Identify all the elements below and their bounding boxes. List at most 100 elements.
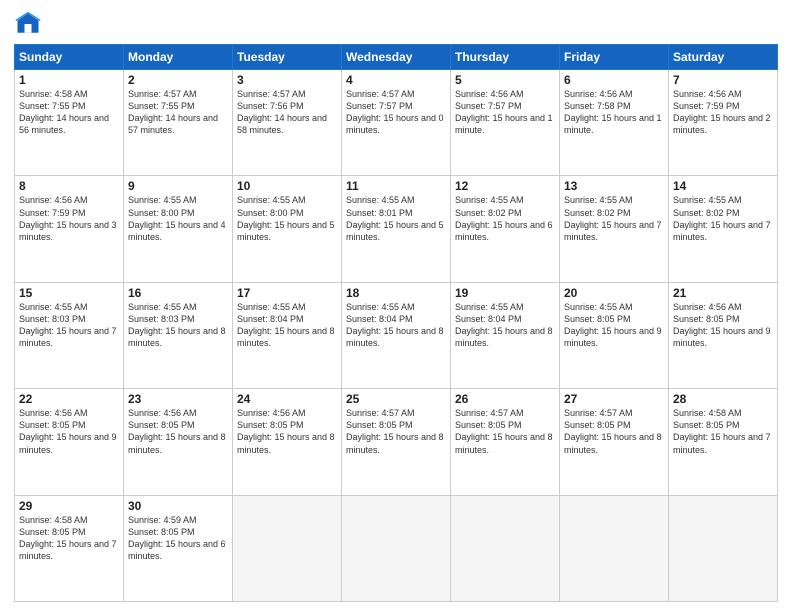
calendar-cell: 9Sunrise: 4:55 AM Sunset: 8:00 PM Daylig… <box>124 176 233 282</box>
calendar-cell: 26Sunrise: 4:57 AM Sunset: 8:05 PM Dayli… <box>451 389 560 495</box>
day-number: 17 <box>237 286 337 300</box>
logo <box>14 10 46 38</box>
day-number: 12 <box>455 179 555 193</box>
day-number: 27 <box>564 392 664 406</box>
day-number: 2 <box>128 73 228 87</box>
cell-info: Sunrise: 4:56 AM Sunset: 8:05 PM Dayligh… <box>19 407 119 456</box>
day-number: 5 <box>455 73 555 87</box>
day-number: 16 <box>128 286 228 300</box>
day-number: 15 <box>19 286 119 300</box>
day-number: 7 <box>673 73 773 87</box>
day-number: 8 <box>19 179 119 193</box>
day-number: 19 <box>455 286 555 300</box>
day-number: 9 <box>128 179 228 193</box>
cell-info: Sunrise: 4:56 AM Sunset: 7:57 PM Dayligh… <box>455 88 555 137</box>
calendar-cell: 15Sunrise: 4:55 AM Sunset: 8:03 PM Dayli… <box>15 282 124 388</box>
cell-info: Sunrise: 4:57 AM Sunset: 7:56 PM Dayligh… <box>237 88 337 137</box>
cell-info: Sunrise: 4:56 AM Sunset: 7:58 PM Dayligh… <box>564 88 664 137</box>
calendar-body: 1Sunrise: 4:58 AM Sunset: 7:55 PM Daylig… <box>15 70 778 602</box>
day-number: 26 <box>455 392 555 406</box>
cell-info: Sunrise: 4:59 AM Sunset: 8:05 PM Dayligh… <box>128 514 228 563</box>
day-number: 10 <box>237 179 337 193</box>
calendar-cell: 30Sunrise: 4:59 AM Sunset: 8:05 PM Dayli… <box>124 495 233 601</box>
calendar-cell: 24Sunrise: 4:56 AM Sunset: 8:05 PM Dayli… <box>233 389 342 495</box>
calendar-cell: 12Sunrise: 4:55 AM Sunset: 8:02 PM Dayli… <box>451 176 560 282</box>
day-number: 11 <box>346 179 446 193</box>
cell-info: Sunrise: 4:56 AM Sunset: 8:05 PM Dayligh… <box>673 301 773 350</box>
calendar-cell: 22Sunrise: 4:56 AM Sunset: 8:05 PM Dayli… <box>15 389 124 495</box>
day-header-wednesday: Wednesday <box>342 45 451 70</box>
cell-info: Sunrise: 4:56 AM Sunset: 8:05 PM Dayligh… <box>128 407 228 456</box>
calendar-cell: 13Sunrise: 4:55 AM Sunset: 8:02 PM Dayli… <box>560 176 669 282</box>
week-row-0: 1Sunrise: 4:58 AM Sunset: 7:55 PM Daylig… <box>15 70 778 176</box>
cell-info: Sunrise: 4:57 AM Sunset: 8:05 PM Dayligh… <box>455 407 555 456</box>
day-number: 28 <box>673 392 773 406</box>
week-row-4: 29Sunrise: 4:58 AM Sunset: 8:05 PM Dayli… <box>15 495 778 601</box>
cell-info: Sunrise: 4:56 AM Sunset: 8:05 PM Dayligh… <box>237 407 337 456</box>
cell-info: Sunrise: 4:55 AM Sunset: 8:05 PM Dayligh… <box>564 301 664 350</box>
cell-info: Sunrise: 4:56 AM Sunset: 7:59 PM Dayligh… <box>673 88 773 137</box>
calendar-cell: 28Sunrise: 4:58 AM Sunset: 8:05 PM Dayli… <box>669 389 778 495</box>
day-number: 21 <box>673 286 773 300</box>
cell-info: Sunrise: 4:58 AM Sunset: 7:55 PM Dayligh… <box>19 88 119 137</box>
day-header-monday: Monday <box>124 45 233 70</box>
week-row-3: 22Sunrise: 4:56 AM Sunset: 8:05 PM Dayli… <box>15 389 778 495</box>
calendar-cell: 18Sunrise: 4:55 AM Sunset: 8:04 PM Dayli… <box>342 282 451 388</box>
cell-info: Sunrise: 4:55 AM Sunset: 8:00 PM Dayligh… <box>237 194 337 243</box>
day-number: 13 <box>564 179 664 193</box>
cell-info: Sunrise: 4:58 AM Sunset: 8:05 PM Dayligh… <box>19 514 119 563</box>
calendar-cell: 5Sunrise: 4:56 AM Sunset: 7:57 PM Daylig… <box>451 70 560 176</box>
day-number: 24 <box>237 392 337 406</box>
cell-info: Sunrise: 4:55 AM Sunset: 8:01 PM Dayligh… <box>346 194 446 243</box>
calendar-cell: 20Sunrise: 4:55 AM Sunset: 8:05 PM Dayli… <box>560 282 669 388</box>
cell-info: Sunrise: 4:55 AM Sunset: 8:00 PM Dayligh… <box>128 194 228 243</box>
day-of-week-row: SundayMondayTuesdayWednesdayThursdayFrid… <box>15 45 778 70</box>
week-row-2: 15Sunrise: 4:55 AM Sunset: 8:03 PM Dayli… <box>15 282 778 388</box>
day-number: 3 <box>237 73 337 87</box>
calendar-cell: 14Sunrise: 4:55 AM Sunset: 8:02 PM Dayli… <box>669 176 778 282</box>
day-header-tuesday: Tuesday <box>233 45 342 70</box>
cell-info: Sunrise: 4:55 AM Sunset: 8:04 PM Dayligh… <box>237 301 337 350</box>
calendar-cell: 3Sunrise: 4:57 AM Sunset: 7:56 PM Daylig… <box>233 70 342 176</box>
cell-info: Sunrise: 4:55 AM Sunset: 8:03 PM Dayligh… <box>19 301 119 350</box>
calendar-cell <box>233 495 342 601</box>
header <box>14 10 778 38</box>
calendar-cell: 16Sunrise: 4:55 AM Sunset: 8:03 PM Dayli… <box>124 282 233 388</box>
calendar-cell: 6Sunrise: 4:56 AM Sunset: 7:58 PM Daylig… <box>560 70 669 176</box>
day-number: 18 <box>346 286 446 300</box>
day-header-saturday: Saturday <box>669 45 778 70</box>
calendar-cell: 1Sunrise: 4:58 AM Sunset: 7:55 PM Daylig… <box>15 70 124 176</box>
day-number: 20 <box>564 286 664 300</box>
day-number: 14 <box>673 179 773 193</box>
calendar-cell: 25Sunrise: 4:57 AM Sunset: 8:05 PM Dayli… <box>342 389 451 495</box>
day-number: 6 <box>564 73 664 87</box>
week-row-1: 8Sunrise: 4:56 AM Sunset: 7:59 PM Daylig… <box>15 176 778 282</box>
cell-info: Sunrise: 4:55 AM Sunset: 8:04 PM Dayligh… <box>455 301 555 350</box>
cell-info: Sunrise: 4:55 AM Sunset: 8:03 PM Dayligh… <box>128 301 228 350</box>
calendar-cell: 29Sunrise: 4:58 AM Sunset: 8:05 PM Dayli… <box>15 495 124 601</box>
calendar-cell: 7Sunrise: 4:56 AM Sunset: 7:59 PM Daylig… <box>669 70 778 176</box>
logo-icon <box>14 10 42 38</box>
calendar-cell: 21Sunrise: 4:56 AM Sunset: 8:05 PM Dayli… <box>669 282 778 388</box>
day-number: 23 <box>128 392 228 406</box>
calendar-cell <box>560 495 669 601</box>
calendar-cell <box>342 495 451 601</box>
cell-info: Sunrise: 4:55 AM Sunset: 8:04 PM Dayligh… <box>346 301 446 350</box>
day-number: 25 <box>346 392 446 406</box>
calendar-cell: 11Sunrise: 4:55 AM Sunset: 8:01 PM Dayli… <box>342 176 451 282</box>
cell-info: Sunrise: 4:55 AM Sunset: 8:02 PM Dayligh… <box>455 194 555 243</box>
cell-info: Sunrise: 4:57 AM Sunset: 8:05 PM Dayligh… <box>564 407 664 456</box>
cell-info: Sunrise: 4:55 AM Sunset: 8:02 PM Dayligh… <box>673 194 773 243</box>
day-header-thursday: Thursday <box>451 45 560 70</box>
day-number: 30 <box>128 499 228 513</box>
calendar-cell: 17Sunrise: 4:55 AM Sunset: 8:04 PM Dayli… <box>233 282 342 388</box>
cell-info: Sunrise: 4:57 AM Sunset: 7:57 PM Dayligh… <box>346 88 446 137</box>
calendar-cell: 27Sunrise: 4:57 AM Sunset: 8:05 PM Dayli… <box>560 389 669 495</box>
day-number: 1 <box>19 73 119 87</box>
calendar: SundayMondayTuesdayWednesdayThursdayFrid… <box>14 44 778 602</box>
calendar-cell: 8Sunrise: 4:56 AM Sunset: 7:59 PM Daylig… <box>15 176 124 282</box>
cell-info: Sunrise: 4:55 AM Sunset: 8:02 PM Dayligh… <box>564 194 664 243</box>
day-number: 29 <box>19 499 119 513</box>
cell-info: Sunrise: 4:56 AM Sunset: 7:59 PM Dayligh… <box>19 194 119 243</box>
day-number: 4 <box>346 73 446 87</box>
